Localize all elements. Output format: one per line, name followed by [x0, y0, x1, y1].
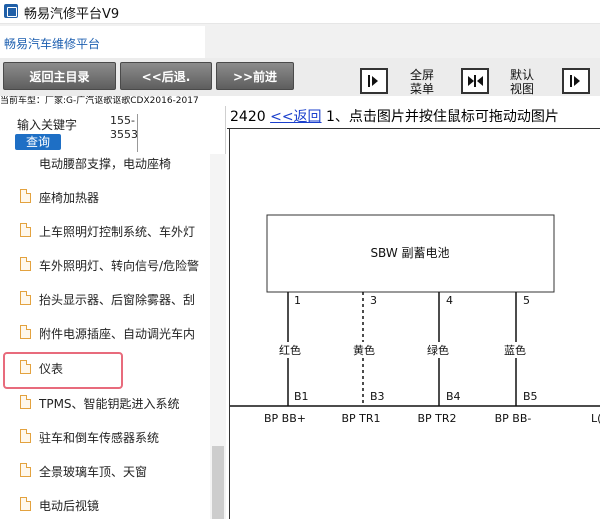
connector-label: B1: [294, 390, 309, 403]
content-panel: 2420 <<返回 1、点击图片并按住鼠标可拖动动图片 SBW 副蓄电池 1 红…: [227, 106, 600, 519]
tree-item[interactable]: 抬头显示器、后窗除雾器、刮: [0, 282, 210, 316]
tree-item[interactable]: 驻车和倒车传感器系统: [0, 420, 210, 454]
pin-number: 1: [294, 294, 301, 307]
arrow-right-icon: [574, 76, 580, 86]
signal-label: BP TR2: [417, 412, 456, 425]
info-line: 2420 <<返回 1、点击图片并按住鼠标可拖动动图片: [230, 106, 600, 126]
back-button[interactable]: <<后退.: [120, 62, 212, 90]
tab-main-label: 畅易汽车维修平台: [4, 37, 101, 51]
document-icon: [20, 325, 31, 339]
search-button[interactable]: 查询: [15, 134, 61, 150]
app-icon: [4, 4, 18, 18]
scroll-thumb[interactable]: [212, 446, 224, 519]
page-number: 2420: [230, 109, 266, 125]
panel-edge-icon: [570, 75, 572, 87]
phone-number: 155-3553: [110, 114, 138, 141]
document-icon: [20, 463, 31, 477]
default-view-label[interactable]: 默认视图: [505, 68, 539, 96]
document-icon: [20, 291, 31, 305]
document-icon: [20, 257, 31, 271]
tree-item-label: 全景玻璃车顶、天窗: [39, 465, 148, 479]
tree-item-label: 抬头显示器、后窗除雾器、刮: [39, 293, 196, 307]
tree-item[interactable]: 附件电源插座、自动调光车内: [0, 316, 210, 350]
default-view-button[interactable]: [562, 68, 590, 94]
forward-button[interactable]: >>前进: [216, 62, 294, 90]
tree-item-label: 附件电源插座、自动调光车内: [39, 327, 196, 341]
document-icon: [20, 189, 31, 203]
tree-item-label: 车外照明灯、转向信号/危险警: [39, 259, 200, 273]
tree-item[interactable]: 车外照明灯、转向信号/危险警: [0, 248, 210, 282]
wire-color-label: 黄色: [353, 343, 375, 357]
divider-icon: [474, 75, 476, 87]
fullscreen-button[interactable]: [360, 68, 388, 94]
tree-item-label: 座椅加热器: [39, 191, 100, 205]
instruction-text: 1、点击图片并按住鼠标可拖动动图片: [326, 109, 559, 125]
tree-item-label: 驻车和倒车传感器系统: [39, 431, 160, 445]
tree-item[interactable]: 上车照明灯控制系统、车外灯: [0, 214, 210, 248]
vehicle-info: 当前车型：厂家:G-广汽讴歌讴歌CDX2016-2017: [0, 96, 199, 106]
tree-item[interactable]: 全景玻璃车顶、天窗: [0, 454, 210, 488]
signal-label: BP BB+: [264, 412, 306, 425]
connector-label: B3: [370, 390, 385, 403]
document-icon: [20, 429, 31, 443]
left-panel: 输入关键字 155-3553 查询 电动腰部支撑，电动座椅 座椅加热器 上车照明…: [0, 106, 226, 519]
signal-label: BP BB-: [495, 412, 532, 425]
tree-item[interactable]: TPMS、智能钥匙进入系统: [0, 386, 210, 420]
connector-label: B5: [523, 390, 538, 403]
wiring-diagram[interactable]: SBW 副蓄电池 1 红色 B1 BP BB+ 3 黄色 B3 BP TR1 4…: [227, 129, 600, 519]
tree-item-label: 电动后视镜: [39, 499, 100, 513]
home-button[interactable]: 返回主目录: [3, 62, 116, 90]
document-icon: [20, 497, 31, 511]
window-title: 畅易汽修平台V9: [24, 7, 120, 22]
title-bar: 畅易汽修平台V9: [0, 0, 600, 24]
tab-strip: 畅易汽车维修平台: [0, 24, 600, 58]
arrow-left-icon: [477, 76, 483, 86]
arrow-right-icon: [372, 76, 378, 86]
toolbar: 返回主目录 <<后退. >>前进 全屏菜单 默认视图: [0, 58, 600, 96]
tab-main[interactable]: 畅易汽车维修平台: [0, 26, 205, 58]
document-icon: [20, 223, 31, 237]
wire-color-label: 蓝色: [504, 343, 526, 357]
tree-item-label: 电动腰部支撑，电动座椅: [39, 157, 172, 171]
signal-label: BP TR1: [341, 412, 380, 425]
tree-list: 电动腰部支撑，电动座椅 座椅加热器 上车照明灯控制系统、车外灯 车外照明灯、转向…: [0, 154, 210, 519]
selection-highlight: [3, 352, 123, 389]
divider: [137, 114, 138, 152]
pin-number: 4: [446, 294, 453, 307]
scrollbar[interactable]: [210, 154, 226, 519]
edge-label: L(: [591, 412, 600, 425]
pin-number: 3: [370, 294, 377, 307]
component-label: SBW 副蓄电池: [370, 246, 449, 260]
search-input[interactable]: 输入关键字: [17, 116, 77, 133]
tree-item[interactable]: 电动后视镜: [0, 488, 210, 519]
tree-item-label: TPMS、智能钥匙进入系统: [39, 397, 180, 411]
document-icon: [20, 395, 31, 409]
return-link[interactable]: <<返回: [270, 109, 321, 125]
fullscreen-label[interactable]: 全屏菜单: [405, 68, 439, 96]
connector-label: B4: [446, 390, 461, 403]
tree-item[interactable]: 座椅加热器: [0, 180, 210, 214]
wire-color-label: 红色: [279, 343, 301, 357]
split-view-button[interactable]: [461, 68, 489, 94]
panel-edge-icon: [368, 75, 370, 87]
tree-item-label: 上车照明灯控制系统、车外灯: [39, 225, 196, 239]
pin-number: 5: [523, 294, 530, 307]
wire-color-label: 绿色: [427, 343, 449, 357]
